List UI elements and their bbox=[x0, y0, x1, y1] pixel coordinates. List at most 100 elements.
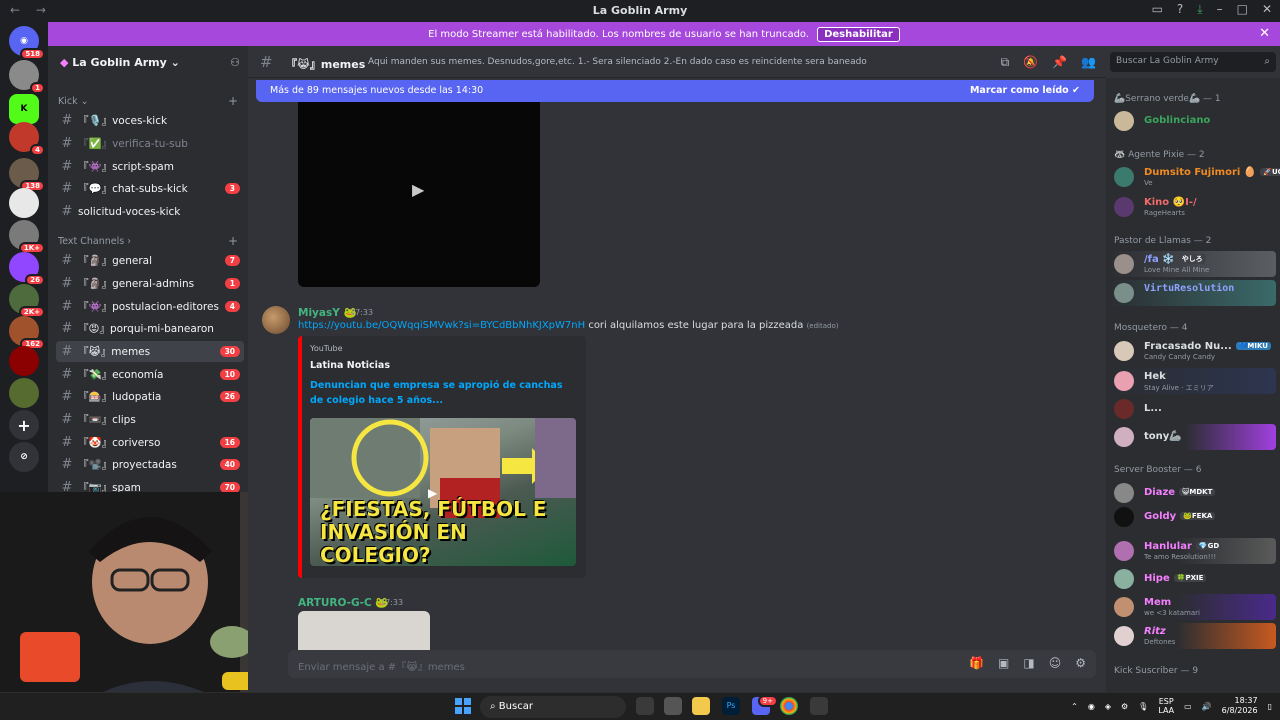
embed-title[interactable]: Denuncian que empresa se apropió de canc… bbox=[310, 378, 570, 408]
pin-icon[interactable]: 📌 bbox=[1052, 55, 1067, 70]
member-item[interactable]: Mem we <3 katamari bbox=[1110, 594, 1276, 620]
channel-item[interactable]: # 『💸』economía 10 bbox=[56, 364, 244, 385]
channel-item[interactable]: # 『🎙️』voces-kick bbox=[56, 110, 244, 131]
server-icon[interactable] bbox=[9, 188, 39, 218]
member-item[interactable]: Hek Stay Alive · エミリア bbox=[1110, 368, 1276, 394]
start-button[interactable] bbox=[455, 698, 471, 714]
add-channel-icon[interactable]: + bbox=[228, 234, 238, 248]
server-icon[interactable]: 162 bbox=[9, 316, 45, 350]
embed-author[interactable]: Latina Noticias bbox=[310, 360, 390, 371]
server-icon[interactable] bbox=[9, 346, 39, 376]
server-icon[interactable] bbox=[9, 378, 39, 408]
member-item[interactable]: Hipe 🍀PXIE bbox=[1110, 566, 1276, 592]
server-name[interactable]: ◆ La Goblin Army ⌄ bbox=[60, 56, 180, 69]
gif-icon[interactable]: ▣ bbox=[998, 656, 1009, 670]
message-author[interactable]: MiyasY 🐸 bbox=[298, 306, 357, 319]
channel-item[interactable]: # 『👾』script-spam bbox=[56, 156, 244, 177]
channel-item[interactable]: # 『🗿』general 7 bbox=[56, 250, 244, 271]
sticker-icon[interactable]: ◨ bbox=[1023, 656, 1034, 670]
taskbar-search[interactable]: ⌕ Buscar bbox=[480, 696, 626, 718]
member-item[interactable]: Kino 🥺I-/RageHearts bbox=[1110, 194, 1276, 220]
inbox-icon[interactable]: ▭ bbox=[1152, 2, 1163, 17]
member-item[interactable]: Ritz Deftones bbox=[1110, 623, 1276, 649]
gift-icon[interactable]: 🎁 bbox=[969, 656, 984, 670]
tray-app-icon[interactable]: ◉ bbox=[1088, 702, 1095, 711]
member-item[interactable]: Hanlular 💎GD Te amo Resolution!!! bbox=[1110, 538, 1276, 564]
mark-as-read-button[interactable]: Marcar como leído ✔ bbox=[970, 85, 1080, 96]
server-icon[interactable]: 1K+ bbox=[9, 220, 45, 254]
member-item[interactable]: VirtuResolution bbox=[1110, 280, 1276, 306]
image-attachment[interactable] bbox=[298, 611, 430, 651]
download-icon[interactable]: ⤓ bbox=[1197, 2, 1202, 17]
tray-chevron-icon[interactable]: ⌃ bbox=[1071, 702, 1078, 711]
channel-item[interactable]: # 『💬』chat-subs-kick 3 bbox=[56, 178, 244, 199]
minimize-icon[interactable]: – bbox=[1217, 2, 1223, 17]
explore-icon[interactable]: ⊘ bbox=[9, 442, 39, 472]
clock[interactable]: 18:37 6/8/2026 bbox=[1222, 696, 1258, 716]
tray-app-icon[interactable]: ⚙ bbox=[1121, 702, 1128, 711]
video-attachment[interactable]: ▶ bbox=[298, 100, 540, 287]
member-item[interactable]: Goldy 🐸FEKA bbox=[1110, 504, 1276, 530]
member-item[interactable]: Goblinciano bbox=[1110, 108, 1276, 134]
help-icon[interactable]: ? bbox=[1177, 2, 1183, 17]
notifications-icon[interactable]: ▯ bbox=[1268, 702, 1272, 711]
message-link[interactable]: https://youtu.be/OQWqqiSMVwk?si=BYCdBbNh… bbox=[298, 320, 585, 331]
maximize-icon[interactable]: □ bbox=[1237, 2, 1248, 17]
server-icon[interactable]: 4 bbox=[9, 122, 45, 156]
chrome-icon[interactable] bbox=[780, 697, 798, 715]
category-kick[interactable]: Kick ⌄ bbox=[58, 96, 89, 107]
member-list-icon[interactable]: 👥 bbox=[1081, 55, 1096, 70]
file-explorer-icon[interactable] bbox=[692, 697, 710, 715]
play-icon[interactable]: ▶ bbox=[412, 180, 424, 199]
mute-bell-icon[interactable]: 🔕 bbox=[1023, 55, 1038, 70]
server-icon[interactable]: 2K+ bbox=[9, 284, 45, 318]
channel-item[interactable]: # 『👾』postulacion-editores 4 bbox=[56, 296, 244, 317]
twitch-server-icon[interactable]: 26 bbox=[9, 252, 45, 286]
new-messages-bar[interactable]: Más de 89 mensajes nuevos desde las 14:3… bbox=[256, 80, 1094, 102]
channel-item[interactable]: # 『📼』clips bbox=[56, 409, 244, 430]
video-thumbnail[interactable]: ▶ ¿FIESTAS, FÚTBOL E INVASIÓN EN COLEGIO… bbox=[310, 418, 576, 566]
category-text-channels[interactable]: Text Channels › bbox=[58, 236, 131, 247]
member-item[interactable]: Fracasado Nu... 💙MIKU Candy Candy Candy bbox=[1110, 338, 1276, 364]
tray-app-icon[interactable]: ◈ bbox=[1105, 702, 1111, 711]
app-icon[interactable] bbox=[664, 697, 682, 715]
server-icon[interactable]: 1 bbox=[9, 60, 45, 94]
member-item[interactable]: /fa ❄️ やしろ Love Mine All Mine bbox=[1110, 251, 1276, 277]
member-item[interactable]: tony🦾 bbox=[1110, 424, 1276, 450]
channel-item[interactable]: # 『📷』spam 70 bbox=[56, 477, 244, 492]
kick-server-icon[interactable]: K bbox=[9, 94, 39, 124]
member-item[interactable]: L... bbox=[1110, 396, 1276, 422]
avatar[interactable] bbox=[262, 306, 290, 334]
close-window-icon[interactable]: ✕ bbox=[1262, 2, 1272, 17]
microphone-icon[interactable]: 🎙 bbox=[1138, 702, 1148, 711]
threads-icon[interactable]: ⧉ bbox=[1001, 55, 1010, 70]
search-input[interactable]: Buscar La Goblin Army bbox=[1110, 52, 1276, 72]
app-icon[interactable] bbox=[810, 697, 828, 715]
channel-item[interactable]: # solicitud-voces-kick bbox=[56, 201, 244, 222]
member-item[interactable]: Diaze 😺MDKT bbox=[1110, 480, 1276, 506]
invite-icon[interactable]: ⚇ bbox=[230, 56, 240, 69]
language-indicator[interactable]: ESP LAA bbox=[1158, 697, 1174, 715]
message-author[interactable]: ARTURO-G-C 🐸 bbox=[298, 596, 388, 609]
channel-topic[interactable]: Aqui manden sus memes. Desnudos,gore,etc… bbox=[368, 57, 988, 67]
apps-icon[interactable]: ⚙ bbox=[1075, 656, 1086, 670]
member-item[interactable]: Dumsito Fujimori 🥚🚀UCVe bbox=[1110, 164, 1280, 190]
channel-item[interactable]: # 『🎰』ludopatia 26 bbox=[56, 386, 244, 407]
disable-streamer-button[interactable]: Deshabilitar bbox=[817, 27, 900, 42]
channel-item[interactable]: # 『😡』porqui-mi-banearon bbox=[56, 318, 244, 339]
add-server-icon[interactable]: + bbox=[9, 410, 39, 440]
photoshop-icon[interactable]: Ps bbox=[722, 697, 740, 715]
emoji-icon[interactable]: ☺ bbox=[1049, 656, 1062, 670]
add-channel-icon[interactable]: + bbox=[228, 94, 238, 108]
channel-item[interactable]: # 『🗿』general-admins 1 bbox=[56, 273, 244, 294]
wifi-icon[interactable]: ▭ bbox=[1184, 702, 1192, 711]
volume-icon[interactable]: 🔊 bbox=[1202, 702, 1212, 711]
close-icon[interactable]: ✕ bbox=[1259, 26, 1270, 41]
server-icon[interactable]: 138 bbox=[9, 158, 45, 192]
task-view-icon[interactable] bbox=[636, 697, 654, 715]
channel-item-active[interactable]: # 『😹』memes 30 bbox=[56, 341, 244, 362]
discord-taskbar-icon[interactable]: 9+ bbox=[752, 695, 778, 715]
channel-item[interactable]: # 『🤡』coriverso 16 bbox=[56, 432, 244, 453]
message-input[interactable]: Enviar mensaje a #『😹』memes 🎁 ▣ ◨ ☺ ⚙ bbox=[288, 650, 1096, 678]
channel-item[interactable]: # 『✅』verifica-tu-sub bbox=[56, 133, 244, 154]
